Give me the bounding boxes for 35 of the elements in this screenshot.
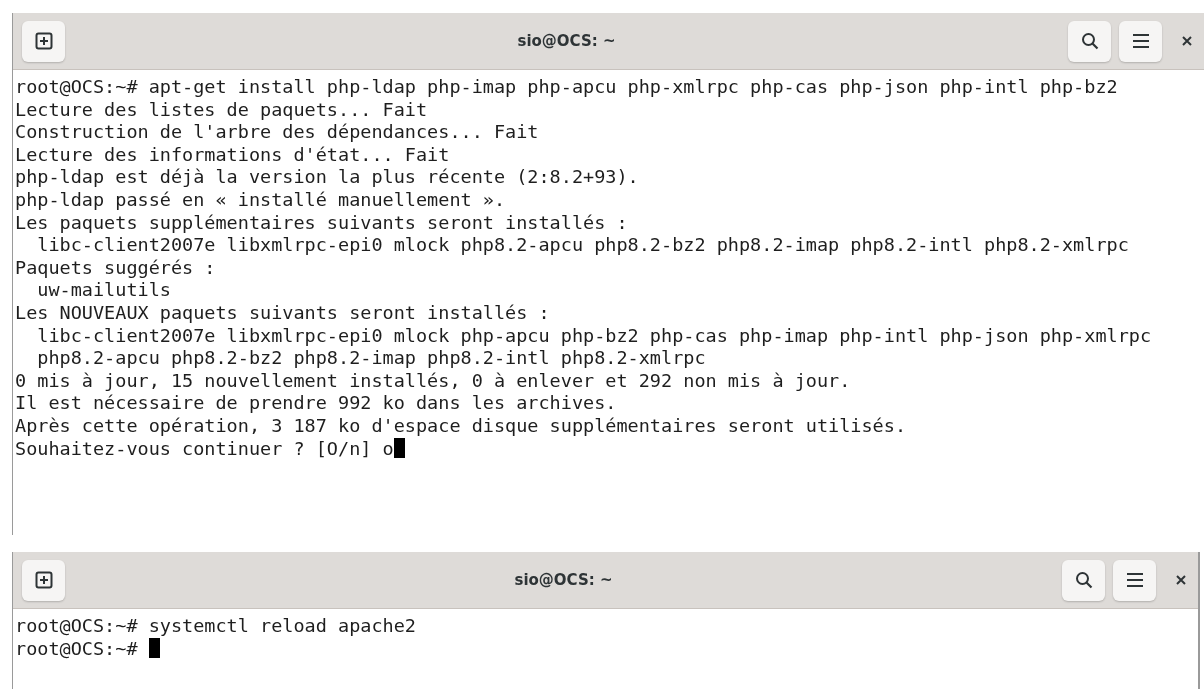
menu-icon: [1131, 33, 1150, 49]
terminal-line: root@OCS:~# systemctl reload apache2: [15, 615, 416, 636]
search-icon: [1080, 32, 1099, 50]
plus-box-icon: [34, 571, 53, 589]
menu-icon: [1125, 572, 1144, 588]
terminal-line: libc-client2007e libxmlrpc-epi0 mlock php8.2-apcu php8.2-bz2 php8.2-imap php8.2-intl php8.2-xmlrpc: [36, 234, 1129, 256]
terminal-line: php-ldap est déjà la version la plus récente (2:8.2+93).: [15, 166, 639, 188]
terminal-line: php-ldap passé en « installé manuellement ».: [15, 188, 506, 210]
terminal-line: Les paquets supplémentaires suivants seront installés :: [15, 211, 628, 233]
terminal-line: Les NOUVEAUX paquets suivants seront installés :: [15, 301, 550, 323]
new-tab-button[interactable]: [22, 559, 65, 601]
window-title: sio@OCS: ~: [514, 569, 613, 591]
terminal-line: Il est nécessaire de prendre 992 ko dans les archives.: [15, 392, 617, 414]
search-button[interactable]: [1062, 559, 1105, 601]
terminal-line: Souhaitez-vous continuer ? [O/n] o: [15, 437, 394, 459]
terminal-line: uw-mailutils: [36, 279, 171, 301]
menu-button[interactable]: [1113, 559, 1156, 601]
terminal-line: php8.2-apcu php8.2-bz2 php8.2-imap php8.2-intl php8.2-xmlrpc: [36, 347, 706, 369]
search-button[interactable]: [1068, 20, 1111, 62]
terminal-line: Lecture des listes de paquets... Fait: [15, 98, 428, 120]
search-icon: [1074, 571, 1093, 589]
terminal-line: Construction de l'arbre des dépendances... Fait: [15, 121, 539, 143]
new-tab-button[interactable]: [22, 20, 65, 62]
plus-box-icon: [34, 32, 53, 50]
terminal-line: root@OCS:~#: [15, 637, 139, 659]
terminal-line: Paquets suggérés :: [15, 256, 216, 278]
close-icon: [1176, 575, 1186, 585]
terminal-line: root@OCS:~# apt-get install php-ldap php-imap php-apcu php-xmlrpc php-cas php-json php-intl php-bz2: [15, 76, 1118, 97]
terminal-line: Lecture des informations d'état... Fait: [15, 143, 450, 165]
menu-button[interactable]: [1119, 20, 1162, 62]
terminal-line: Après cette opération, 3 187 ko d'espace disque supplémentaires seront utilisés.: [15, 414, 907, 436]
close-icon: [1182, 36, 1192, 46]
terminal-line: 0 mis à jour, 15 nouvellement installés, 0 à enlever et 292 non mis à jour.: [15, 369, 851, 391]
terminal-line: libc-client2007e libxmlrpc-epi0 mlock php-apcu php-bz2 php-cas php-imap php-intl php-json php-xmlrpc: [36, 324, 1152, 346]
window-title: sio@OCS: ~: [517, 30, 616, 52]
